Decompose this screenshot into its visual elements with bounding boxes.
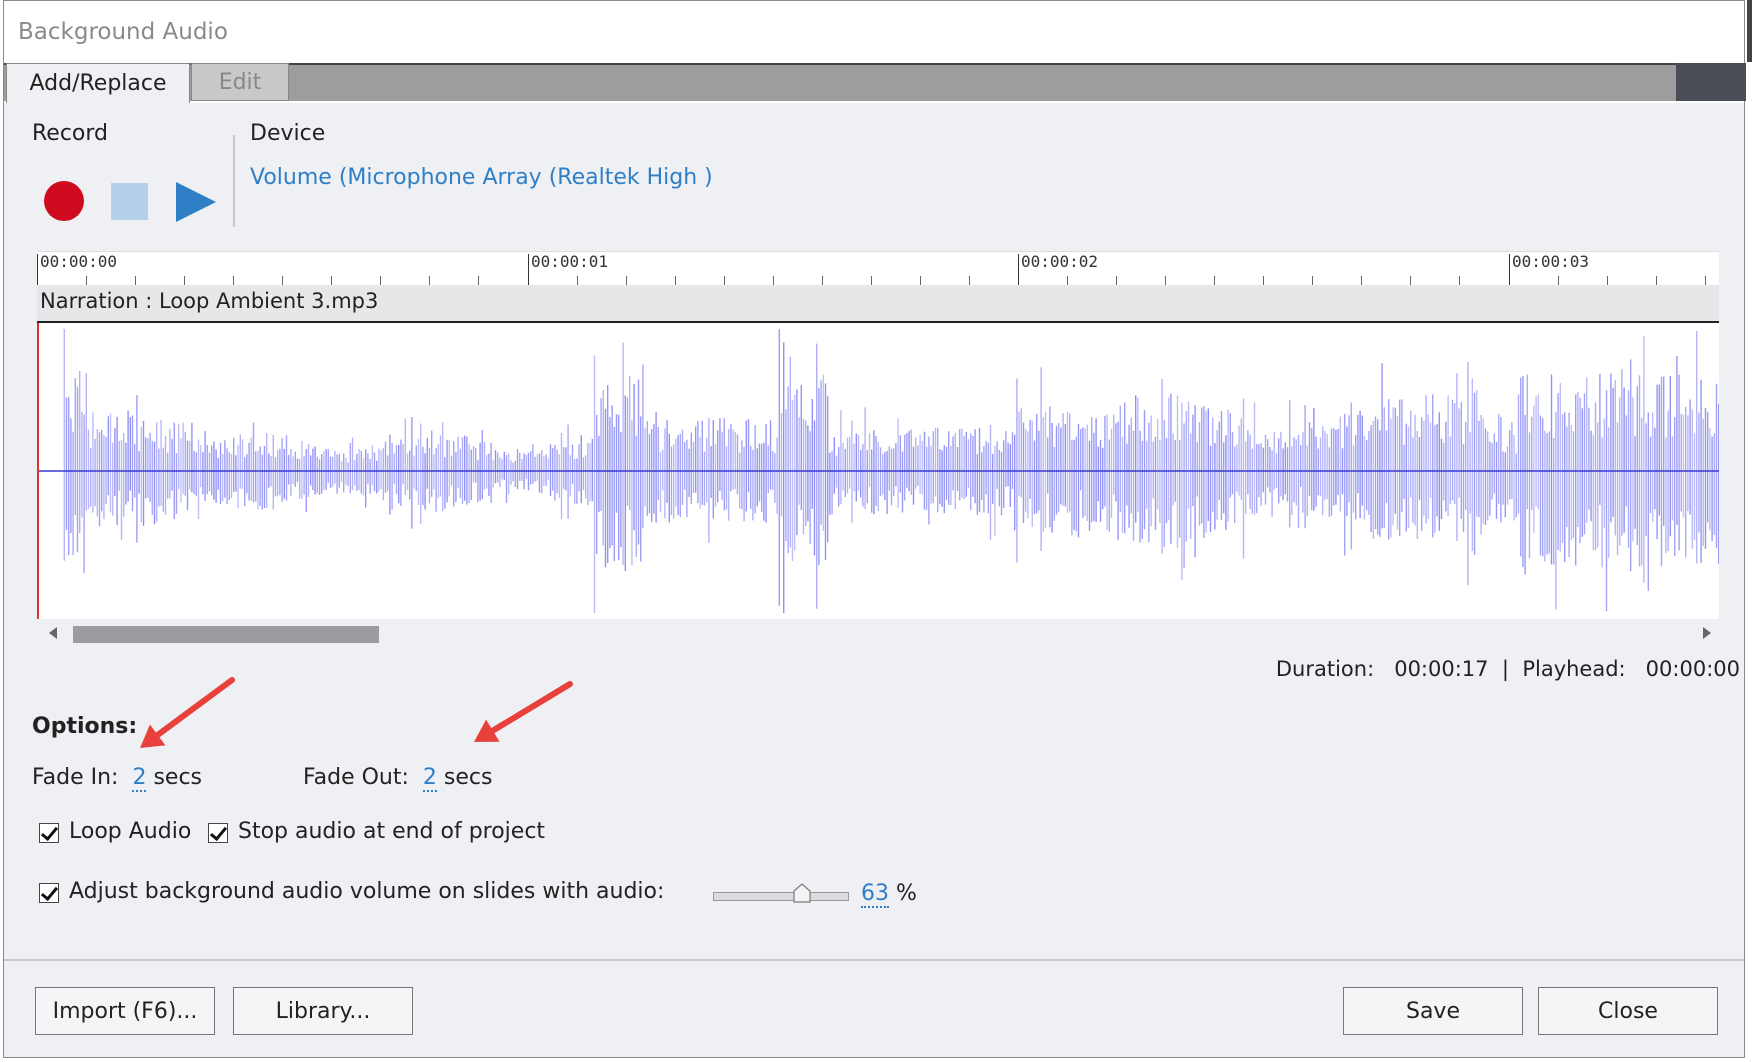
annotation-arrow-shaft <box>154 677 235 738</box>
annotation-arrow-head <box>140 724 166 748</box>
annotation-arrow-shaft <box>489 681 573 734</box>
annotation-arrows <box>140 677 573 748</box>
